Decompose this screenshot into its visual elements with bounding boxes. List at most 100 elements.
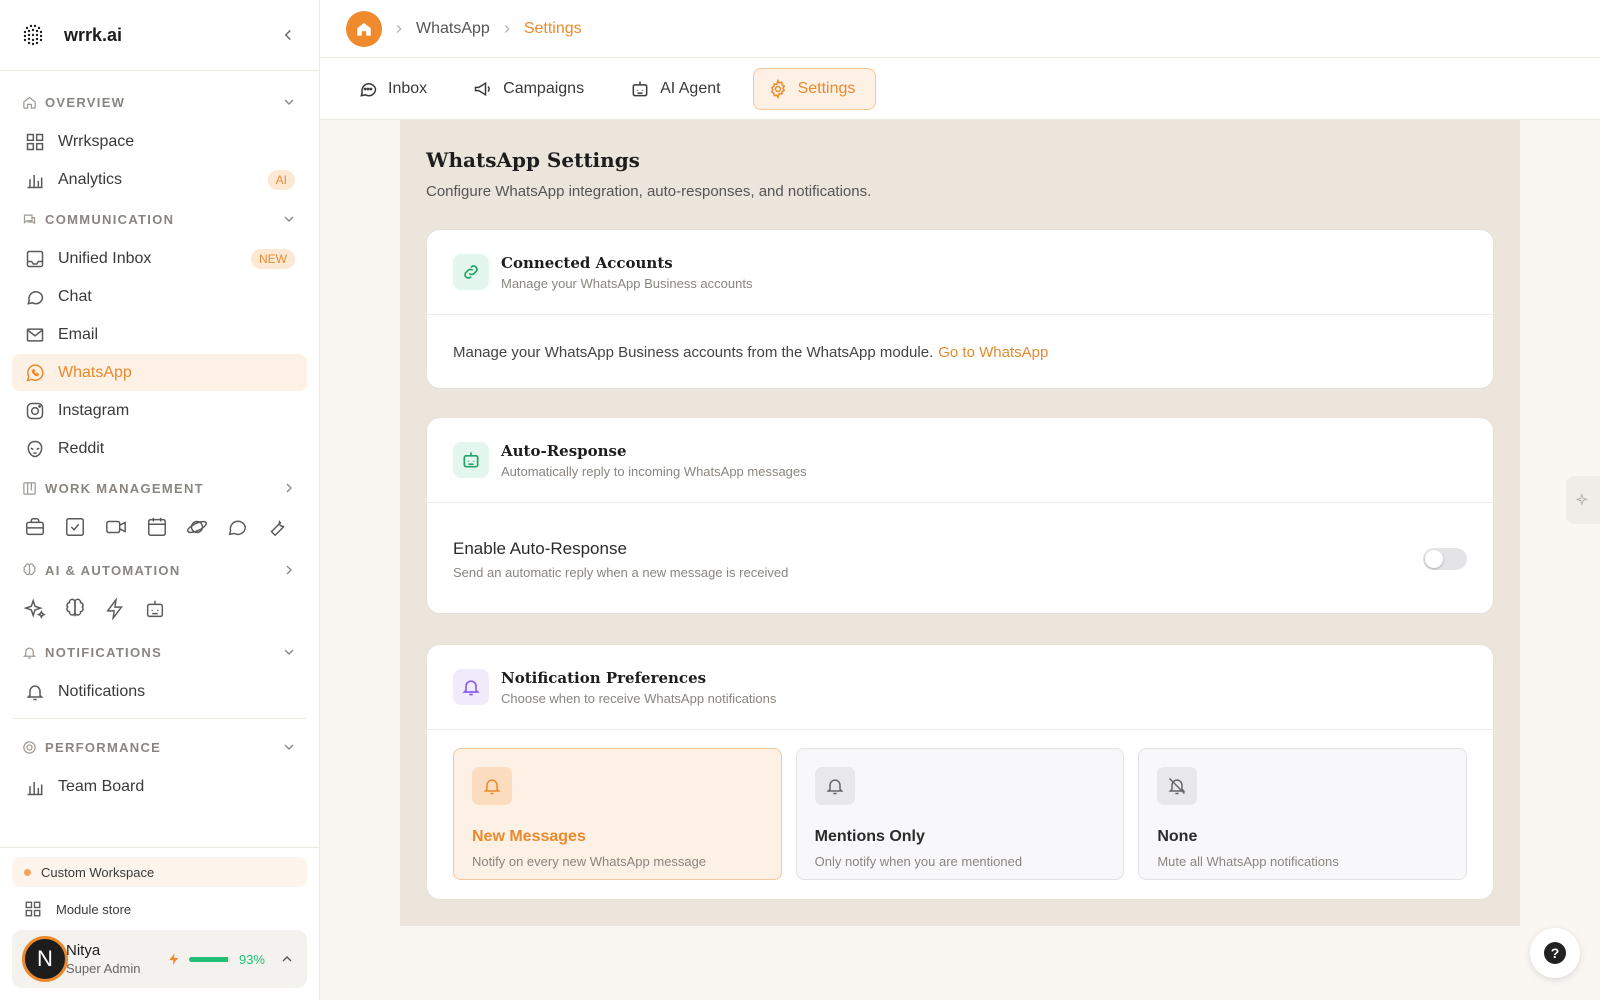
tab-campaigns[interactable]: Campaigns (459, 68, 604, 110)
whatsapp-icon (24, 363, 46, 383)
option-title: Mentions Only (814, 828, 925, 845)
section-performance[interactable]: PERFORMANCE (0, 727, 319, 767)
ai-assistant-tab[interactable] (1566, 476, 1600, 524)
option-mentions-only[interactable]: Mentions Only Only notify when you are m… (795, 748, 1125, 880)
bot-icon[interactable] (144, 598, 166, 620)
new-badge: NEW (251, 248, 295, 269)
sidebar-item-notifications[interactable]: Notifications (12, 673, 307, 710)
alien-icon (24, 439, 46, 459)
module-store-label: Module store (56, 901, 132, 917)
user-name: Nitya (66, 942, 101, 959)
notification-preferences-card: Notification Preferences Choose when to … (426, 644, 1494, 900)
section-performance-label: PERFORMANCE (45, 739, 162, 755)
sidebar-item-wrrkspace[interactable]: Wrrkspace (12, 123, 307, 160)
bell-icon (22, 645, 37, 660)
sidebar-item-reddit[interactable]: Reddit (12, 430, 307, 467)
sidebar-item-label: WhatsApp (58, 363, 132, 381)
energy-bar (188, 956, 231, 962)
auto-response-toggle[interactable] (1423, 548, 1467, 570)
brain-icon[interactable] (64, 598, 86, 620)
video-icon[interactable] (104, 516, 128, 538)
chevron-down-icon[interactable] (281, 739, 297, 755)
sidebar-item-instagram[interactable]: Instagram (12, 392, 307, 429)
help-button[interactable]: ? (1530, 928, 1580, 978)
module-store-link[interactable]: Module store (0, 891, 319, 927)
brand-name: wrrk.ai (64, 24, 123, 45)
sidebar-item-whatsapp[interactable]: WhatsApp (12, 354, 307, 391)
chevron-right-icon[interactable] (281, 480, 297, 496)
chevron-up-icon[interactable] (279, 951, 295, 967)
option-none[interactable]: None Mute all WhatsApp notifications (1138, 748, 1468, 880)
wrench-icon[interactable] (266, 516, 288, 538)
tab-ai-agent[interactable]: AI Agent (616, 68, 741, 110)
avatar[interactable]: N (22, 936, 68, 982)
planet-icon[interactable] (186, 516, 208, 538)
connected-accounts-text: Manage your WhatsApp Business accounts f… (453, 315, 1467, 390)
home-button[interactable] (346, 10, 382, 47)
collapse-sidebar-icon[interactable] (279, 26, 297, 44)
chevron-down-icon[interactable] (281, 94, 297, 110)
custom-workspace-label: Custom Workspace (41, 864, 155, 880)
chat-icon (22, 212, 37, 227)
section-work-management[interactable]: WORK MANAGEMENT (0, 468, 319, 508)
breadcrumb-whatsapp[interactable]: WhatsApp (416, 20, 490, 38)
grid-icon (24, 132, 46, 152)
tab-inbox[interactable]: Inbox (344, 68, 447, 110)
chevron-right-icon (500, 22, 514, 36)
sparkles-icon[interactable] (24, 598, 46, 620)
sidebar-item-analytics[interactable]: Analytics AI (12, 161, 307, 198)
sidebar: wrrk.ai OVERVIEW Wrrkspace Analytics AI … (0, 0, 320, 1000)
sidebar-item-label: Reddit (58, 439, 105, 457)
option-new-messages[interactable]: New Messages Notify on every new WhatsAp… (453, 748, 782, 880)
mail-icon (24, 325, 46, 345)
sidebar-nav: OVERVIEW Wrrkspace Analytics AI COMMUNIC… (0, 82, 319, 850)
help-icon: ? (1544, 942, 1566, 964)
card-subtitle: Manage your WhatsApp Business accounts (501, 275, 753, 291)
option-description: Notify on every new WhatsApp message (472, 854, 707, 869)
section-notifications[interactable]: NOTIFICATIONS (0, 632, 319, 672)
sidebar-item-chat[interactable]: Chat (12, 278, 307, 315)
settings-panel: WhatsApp Settings Configure WhatsApp int… (400, 120, 1520, 926)
bolt-icon[interactable] (104, 598, 126, 620)
toggle-knob (1425, 550, 1443, 568)
chevron-down-icon[interactable] (281, 644, 297, 660)
logo-icon[interactable] (22, 23, 46, 47)
sidebar-item-label: Analytics (58, 170, 123, 188)
connected-accounts-body: Manage your WhatsApp Business accounts f… (453, 344, 934, 361)
sidebar-item-label: Unified Inbox (58, 249, 152, 267)
section-communication[interactable]: COMMUNICATION (0, 199, 319, 239)
sidebar-item-label: Notifications (58, 682, 146, 700)
sidebar-item-email[interactable]: Email (12, 316, 307, 353)
bot-icon (453, 442, 489, 478)
logo-row: wrrk.ai (0, 0, 319, 71)
section-work-management-label: WORK MANAGEMENT (45, 480, 204, 496)
divider (12, 718, 307, 719)
tab-settings[interactable]: Settings (752, 67, 877, 110)
briefcase-icon[interactable] (24, 516, 46, 538)
home-icon (22, 95, 37, 110)
go-to-whatsapp-link[interactable]: Go to WhatsApp (938, 344, 1048, 361)
custom-workspace-button[interactable]: Custom Workspace (12, 857, 307, 887)
calendar-icon[interactable] (146, 516, 168, 538)
breadcrumb: WhatsApp Settings (320, 0, 1600, 58)
sidebar-item-label: Team Board (58, 777, 145, 795)
sidebar-item-label: Chat (58, 287, 92, 305)
section-ai-automation[interactable]: AI & AUTOMATION (0, 550, 319, 590)
option-description: Only notify when you are mentioned (814, 854, 1023, 869)
sparkles-icon (1576, 493, 1590, 507)
bell-icon (453, 669, 489, 705)
sidebar-item-unified-inbox[interactable]: Unified Inbox NEW (12, 240, 307, 277)
card-title: Auto-Response (501, 441, 627, 460)
section-ai-automation-label: AI & AUTOMATION (45, 562, 181, 578)
setting-description: Send an automatic reply when a new messa… (453, 564, 789, 580)
chevron-down-icon[interactable] (281, 211, 297, 227)
user-role: Super Admin (66, 961, 141, 976)
checkbox-icon[interactable] (64, 516, 86, 538)
energy-bar-fill (188, 956, 229, 962)
chat-bubble-icon[interactable] (226, 516, 248, 538)
user-profile[interactable]: N Nitya Super Admin 93% (12, 930, 307, 988)
chevron-right-icon[interactable] (281, 562, 297, 578)
section-overview[interactable]: OVERVIEW (0, 82, 319, 122)
sidebar-item-team-board[interactable]: Team Board (12, 768, 307, 805)
status-dot (24, 868, 31, 876)
